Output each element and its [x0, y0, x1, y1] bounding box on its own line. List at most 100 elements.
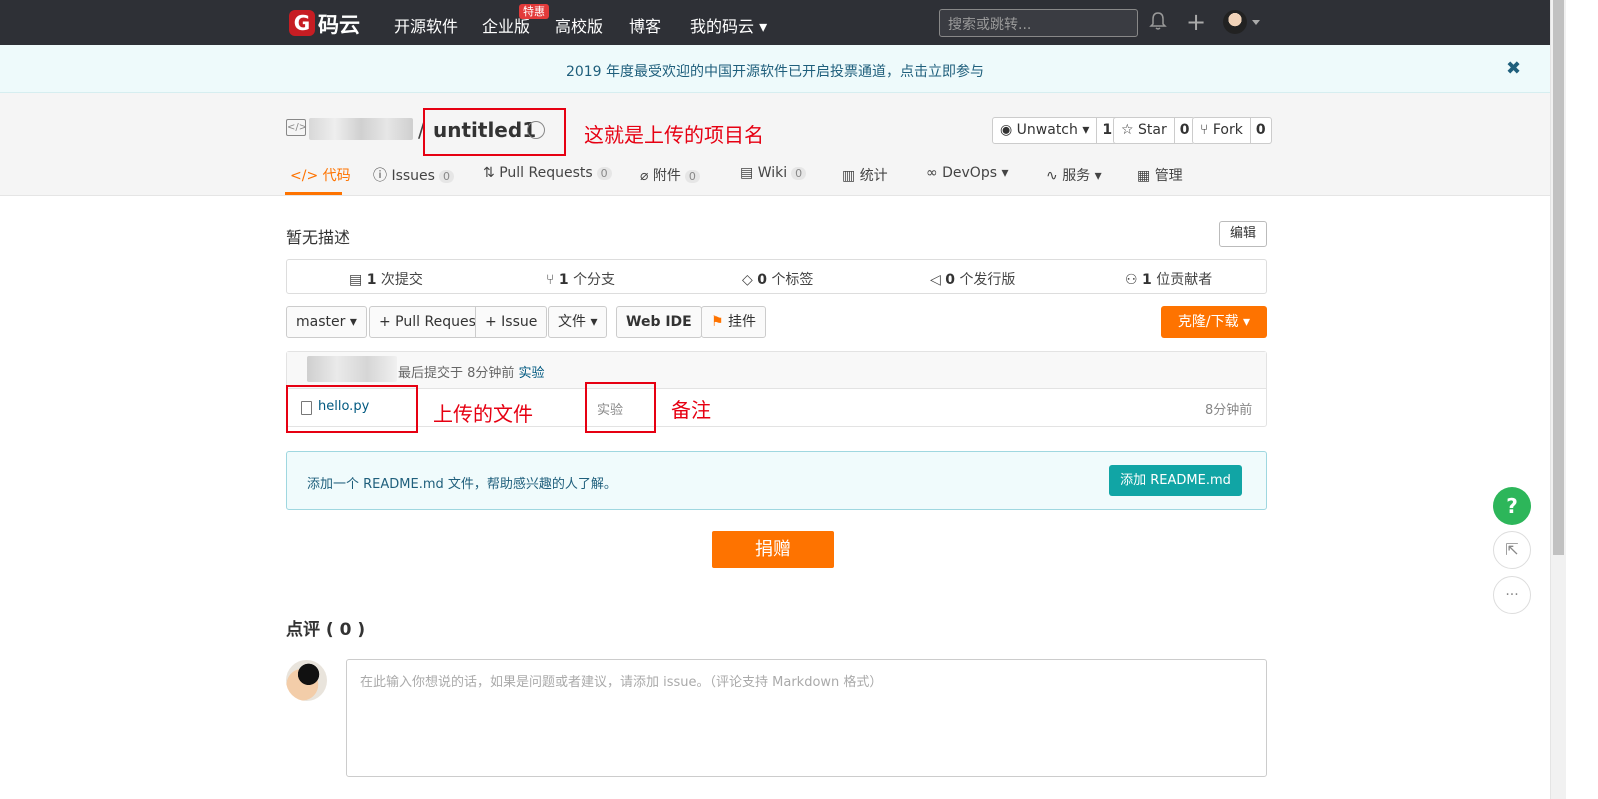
- fork-count: 0: [1249, 118, 1271, 143]
- repo-description: 暂无描述: [286, 228, 351, 247]
- pull-request-icon: ⇅: [483, 165, 495, 181]
- user-avatar[interactable]: [1223, 10, 1247, 34]
- stat-releases[interactable]: ◁ 0 个发行版: [930, 269, 1015, 289]
- annotation-box-project-name: [423, 108, 566, 156]
- announcement-banner[interactable]: 2019 年度最受欢迎的中国开源软件已开启投票通道，点击立即参与 ✖: [0, 45, 1550, 93]
- file-menu-button[interactable]: 文件 ▾: [548, 306, 608, 338]
- star-button[interactable]: ☆ Star 0: [1113, 117, 1196, 144]
- banner-text[interactable]: 2019 年度最受欢迎的中国开源软件已开启投票通道，点击立即参与: [0, 61, 1550, 81]
- repo-stats-bar: ▤ 1 次提交 ⑂ 1 个分支 ◇ 0 个标签 ◁ 0 个发行版 ⚇ 1 位贡献…: [286, 259, 1267, 294]
- web-ide-button[interactable]: Web IDE: [616, 306, 702, 338]
- tab-pull-requests[interactable]: ⇅ Pull Requests 0: [483, 165, 612, 181]
- tab-manage-label: 管理: [1154, 168, 1183, 184]
- bar-chart-icon: ▥: [842, 168, 856, 184]
- gitee-logo-icon[interactable]: G: [289, 10, 315, 36]
- paperclip-icon: ⌀: [640, 168, 649, 184]
- annotation-box-note: [585, 382, 656, 433]
- top-navbar: G 码云 开源软件 企业版 特惠 高校版 博客 我的码云 ▾ 搜索或跳转... …: [0, 0, 1566, 45]
- stat-tags[interactable]: ◇ 0 个标签: [742, 269, 813, 289]
- help-button[interactable]: ?: [1493, 487, 1531, 525]
- last-commit-message-link[interactable]: 实验: [519, 366, 545, 381]
- annotation-uploaded-file: 上传的文件: [433, 402, 533, 426]
- tab-code[interactable]: </> 代码: [290, 165, 351, 185]
- nav-my-gitee-label: 我的码云: [690, 17, 755, 36]
- new-pull-request-button[interactable]: + Pull Request: [369, 306, 492, 338]
- file-modified-time: 8分钟前: [1205, 403, 1253, 418]
- branch-select[interactable]: master ▾: [286, 306, 367, 338]
- search-input[interactable]: 搜索或跳转...: [939, 9, 1138, 37]
- edit-description-button[interactable]: 编辑: [1219, 221, 1267, 247]
- eye-icon: ◉: [1000, 122, 1013, 138]
- chat-icon[interactable]: ···: [1493, 576, 1531, 614]
- pulse-icon: ∿: [1046, 168, 1058, 184]
- readme-prompt-text: 添加一个 README.md 文件，帮助感兴趣的人了解。: [307, 477, 617, 492]
- create-plus-icon[interactable]: +: [1186, 10, 1206, 34]
- scrollbar-thumb[interactable]: [1553, 0, 1564, 555]
- stat-commits[interactable]: ▤ 1 次提交: [349, 269, 423, 289]
- tab-wiki-label: Wiki: [757, 165, 788, 181]
- last-commit-row: 最后提交于 8分钟前 实验: [287, 352, 1266, 389]
- nav-education[interactable]: 高校版: [555, 13, 603, 37]
- tab-attachments-count: 0: [684, 170, 700, 183]
- tab-stats-label: 统计: [859, 168, 888, 184]
- active-tab-indicator: [285, 192, 342, 195]
- commenter-avatar: [286, 660, 327, 701]
- tab-services-label: 服务: [1062, 168, 1091, 184]
- reviews-title: 点评 ( 0 ): [286, 620, 366, 640]
- hot-badge: 特惠: [519, 4, 549, 19]
- blurred-committer: [307, 356, 397, 382]
- watch-label: Unwatch: [1016, 122, 1078, 138]
- add-readme-button[interactable]: 添加 README.md: [1109, 465, 1242, 496]
- branch-icon: ⑂: [546, 272, 555, 288]
- tab-services[interactable]: ∿ 服务 ▾: [1046, 165, 1102, 185]
- tab-attachments[interactable]: ⌀ 附件 0: [640, 165, 700, 185]
- infinity-icon: ∞: [926, 165, 938, 181]
- settings-doc-icon: ▦: [1137, 168, 1151, 184]
- tab-pr-count: 0: [596, 167, 612, 180]
- tab-code-label: 代码: [322, 168, 351, 184]
- tab-attachments-label: 附件: [652, 168, 681, 184]
- new-issue-button[interactable]: + Issue: [475, 306, 548, 338]
- chevron-down-icon[interactable]: [1252, 20, 1260, 25]
- star-label: Star: [1138, 122, 1167, 138]
- comment-textarea[interactable]: 在此输入你想说的话，如果是问题或者建议，请添加 issue。（评论支持 Mark…: [346, 659, 1267, 777]
- star-icon: ☆: [1121, 122, 1134, 138]
- watch-button[interactable]: ◉ Unwatch ▾ 1: [992, 117, 1119, 144]
- code-icon: </>: [290, 168, 319, 184]
- tag-icon: ◇: [742, 272, 753, 288]
- release-icon: ◁: [930, 272, 941, 288]
- stat-branches[interactable]: ⑂ 1 个分支: [546, 269, 615, 289]
- tab-issues[interactable]: ⓘ Issues 0: [373, 165, 454, 185]
- book-icon: ▤: [740, 165, 754, 181]
- annotation-project-name: 这就是上传的项目名: [584, 123, 764, 147]
- tab-devops-label: DevOps: [942, 165, 998, 181]
- widget-button[interactable]: ⚑ 挂件: [701, 306, 767, 338]
- contributors-icon: ⚇: [1125, 272, 1138, 288]
- annotation-note: 备注: [671, 398, 711, 422]
- tab-manage[interactable]: ▦ 管理: [1137, 165, 1183, 185]
- fork-button[interactable]: ⑂ Fork 0: [1192, 117, 1272, 144]
- nav-open-source[interactable]: 开源软件: [394, 13, 458, 37]
- fork-icon: ⑂: [1200, 122, 1209, 138]
- readme-prompt: 添加一个 README.md 文件，帮助感兴趣的人了解。 添加 README.m…: [286, 451, 1267, 510]
- donate-button[interactable]: 捐赠: [712, 531, 834, 568]
- fork-label: Fork: [1212, 122, 1243, 138]
- commit-icon: ▤: [349, 272, 363, 288]
- nav-blog[interactable]: 博客: [629, 13, 661, 37]
- share-icon[interactable]: ⇱: [1493, 531, 1531, 569]
- tab-wiki-count: 0: [791, 167, 807, 180]
- nav-my-gitee[interactable]: 我的码云 ▾: [690, 13, 767, 37]
- tab-devops[interactable]: ∞ DevOps ▾: [926, 165, 1009, 181]
- gitee-logo-text[interactable]: 码云: [318, 9, 360, 39]
- tab-stats[interactable]: ▥ 统计: [842, 165, 888, 185]
- stat-contributors[interactable]: ⚇ 1 位贡献者: [1125, 269, 1212, 289]
- tab-issues-label: Issues: [391, 168, 435, 184]
- bell-icon[interactable]: [1149, 11, 1167, 31]
- last-commit-text: 最后提交于 8分钟前 实验: [398, 366, 545, 381]
- issue-icon: ⓘ: [373, 168, 387, 184]
- bookmark-icon: ⚑: [711, 314, 724, 330]
- clone-download-button[interactable]: 克隆/下载 ▾: [1161, 306, 1267, 338]
- comment-placeholder: 在此输入你想说的话，如果是问题或者建议，请添加 issue。（评论支持 Mark…: [360, 675, 883, 690]
- tab-wiki[interactable]: ▤ Wiki 0: [740, 165, 807, 181]
- close-icon[interactable]: ✖: [1506, 58, 1521, 79]
